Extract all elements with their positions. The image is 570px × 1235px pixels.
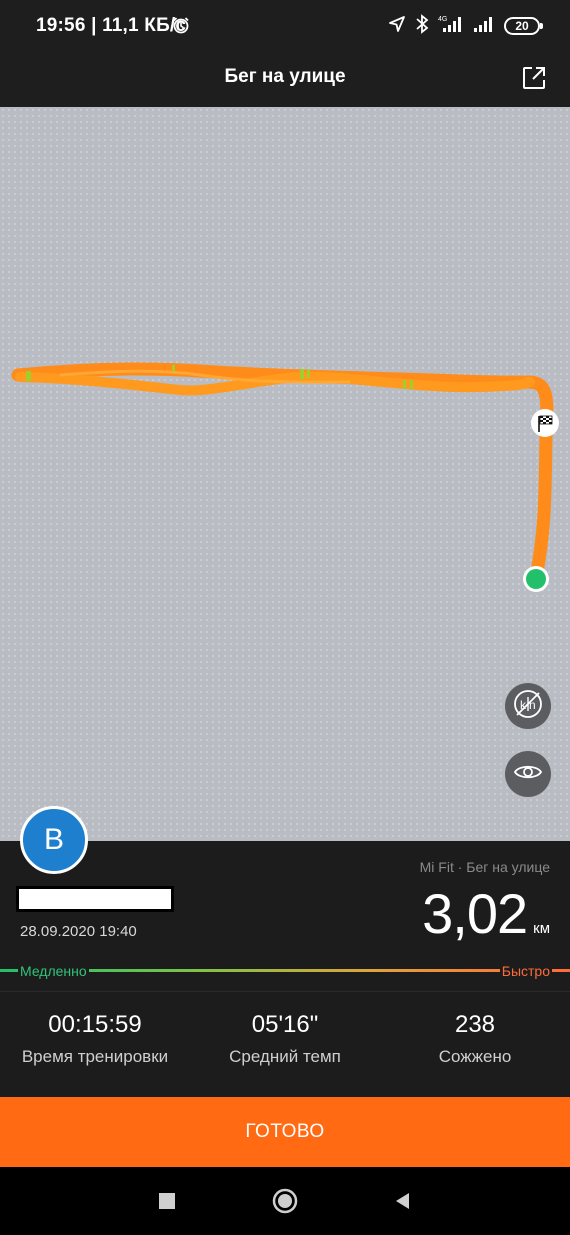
user-name-redacted — [16, 886, 174, 912]
stat-label: Сожжено — [438, 1047, 512, 1066]
km-markers-off-icon: kn — [511, 687, 545, 726]
start-marker — [523, 566, 549, 592]
pace-fast-label: Быстро — [499, 963, 552, 979]
page-title: Бег на улице — [224, 66, 346, 87]
status-bar: 19:56 | 11,1 КБ/с 4G 20 — [0, 0, 570, 52]
battery-icon: 20 — [504, 17, 543, 35]
route-path — [11, 362, 559, 592]
eye-icon — [513, 762, 543, 787]
workout-source: Mi Fit · Бег на улице — [419, 859, 550, 875]
visibility-toggle-button[interactable] — [505, 751, 551, 797]
location-icon — [388, 15, 406, 38]
signal-icon — [473, 14, 495, 39]
alarm-icon — [172, 16, 190, 39]
stat-avg-pace: 05'16" Средний темп — [190, 1011, 380, 1067]
system-nav-bar — [0, 1167, 570, 1235]
checkered-flag-icon — [531, 409, 559, 437]
bluetooth-icon — [415, 13, 429, 39]
home-icon[interactable] — [271, 1187, 299, 1215]
distance-unit: км — [533, 920, 550, 937]
stat-duration: 00:15:59 Время тренировки — [0, 1011, 190, 1067]
pace-slow-label: Медленно — [18, 963, 89, 979]
signal-4g-icon: 4G — [438, 14, 464, 39]
km-markers-toggle-button[interactable]: kn — [505, 683, 551, 729]
distance-value: 3,02 — [422, 882, 528, 945]
stat-calories: 238 Сожжено — [380, 1011, 570, 1067]
stat-value: 238 — [454, 1011, 496, 1038]
distance: 3,02 км — [422, 881, 550, 946]
stat-label: Время тренировки — [21, 1047, 169, 1066]
title-bar: Бег на улице — [0, 52, 570, 107]
workout-date: 28.09.2020 19:40 — [20, 923, 137, 940]
back-icon[interactable] — [388, 1187, 416, 1215]
stat-value: 00:15:59 — [48, 1011, 142, 1038]
route-map[interactable]: kn — [0, 107, 570, 841]
avatar[interactable]: B — [20, 806, 88, 874]
stat-value: 05'16" — [251, 1011, 319, 1038]
done-button[interactable]: ГОТОВО — [0, 1097, 570, 1167]
stat-label: Средний темп — [229, 1047, 341, 1066]
divider — [0, 991, 570, 992]
share-icon[interactable] — [520, 64, 548, 92]
svg-text:4G: 4G — [438, 16, 447, 23]
workout-summary: B 28.09.2020 19:40 Mi Fit · Бег на улице… — [0, 806, 570, 1097]
status-time: 19:56 | 11,1 КБ/с — [36, 15, 187, 36]
recents-icon[interactable] — [153, 1187, 181, 1215]
